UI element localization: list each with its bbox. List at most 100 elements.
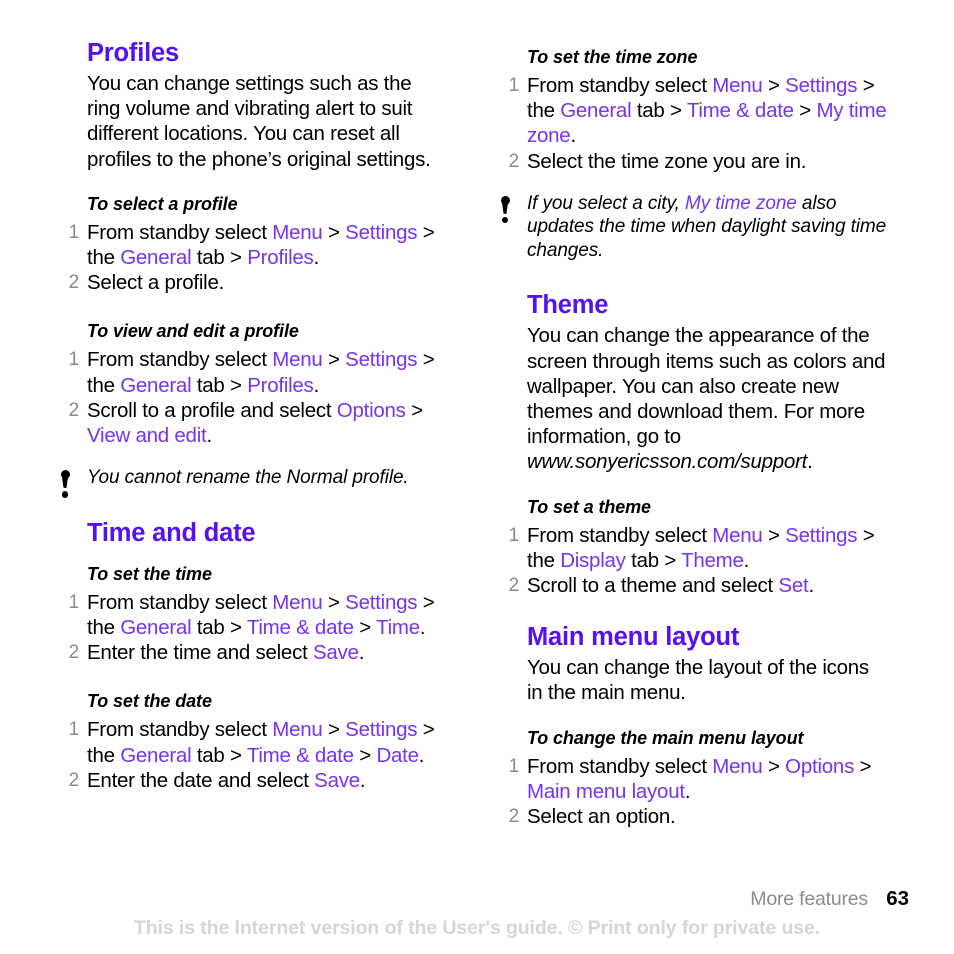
view-and-edit-link[interactable]: View and edit xyxy=(87,424,207,447)
step-number: 1 xyxy=(68,349,80,371)
support-url: www.sonyericsson.com/support xyxy=(527,450,808,474)
step-text: tab > xyxy=(191,615,247,639)
subheading-set-time-zone: To set the time zone xyxy=(527,47,698,67)
settings-link[interactable]: Settings xyxy=(345,348,417,371)
list-item: 1 From standby select Menu > Settings > t… xyxy=(69,717,447,767)
step-number: 1 xyxy=(508,755,520,777)
profiles-intro-text: You can change settings such as the ring… xyxy=(87,72,431,171)
list-item: 1 From standby select Menu > Settings > t… xyxy=(69,347,447,397)
steps-change-main-menu-layout: 1 From standby select Menu > Options > Ma… xyxy=(509,754,887,830)
general-tab-link[interactable]: General xyxy=(120,744,191,767)
subheading-view-edit-profile: To view and edit a profile xyxy=(87,321,299,342)
set-link[interactable]: Set xyxy=(778,574,808,597)
step-text: . xyxy=(808,573,814,597)
footer-chapter-name: More features xyxy=(750,888,868,910)
menu-link[interactable]: Menu xyxy=(272,221,323,244)
list-item: 2 Select an option. xyxy=(509,804,887,829)
list-item: 2 Scroll to a profile and select Options … xyxy=(69,398,447,448)
time-link[interactable]: Time xyxy=(376,616,420,639)
my-time-zone-link[interactable]: My time zone xyxy=(685,193,797,214)
list-item: 1 From standby select Menu > Settings > t… xyxy=(509,523,887,573)
separator: > xyxy=(322,718,346,742)
menu-link[interactable]: Menu xyxy=(712,74,763,97)
note-my-time-zone: If you select a city, My time zone also … xyxy=(487,192,887,263)
save-link[interactable]: Save xyxy=(314,769,360,792)
step-number: 1 xyxy=(508,524,520,546)
settings-link[interactable]: Settings xyxy=(345,718,417,741)
note-text-part: If you select a city, xyxy=(527,192,685,214)
subheading-set-theme: To set a theme xyxy=(527,496,651,517)
step-text: From standby select xyxy=(87,348,273,372)
menu-link[interactable]: Menu xyxy=(272,718,323,741)
general-tab-link[interactable]: General xyxy=(120,616,191,639)
step-number: 2 xyxy=(508,805,520,827)
save-link[interactable]: Save xyxy=(313,641,359,664)
theme-intro-part: . xyxy=(807,450,813,474)
left-column: Profiles You can change settings such as… xyxy=(47,0,447,793)
options-link[interactable]: Options xyxy=(337,399,406,422)
step-text: Select an option. xyxy=(527,804,676,828)
step-text: Select the time zone you are in. xyxy=(527,149,807,173)
display-tab-link[interactable]: Display xyxy=(560,549,626,572)
time-and-date-link[interactable]: Time & date xyxy=(687,99,794,122)
procedure-change-main-menu-layout: To change the main menu layout xyxy=(487,726,887,751)
footer-watermark: This is the Internet version of the User… xyxy=(133,917,821,939)
general-tab-link[interactable]: General xyxy=(560,99,631,122)
separator: > xyxy=(322,220,346,244)
steps-set-theme: 1 From standby select Menu > Settings > t… xyxy=(509,523,887,599)
step-number: 1 xyxy=(508,75,520,96)
step-number: 2 xyxy=(68,399,80,421)
general-tab-link[interactable]: General xyxy=(120,374,191,397)
step-number: 1 xyxy=(68,221,80,243)
list-item: 2 Scroll to a theme and select Set. xyxy=(509,573,887,598)
separator: > xyxy=(762,754,786,778)
procedure-set-date: To set the date xyxy=(47,689,447,714)
subheading-select-profile: To select a profile xyxy=(87,193,238,214)
profiles-link[interactable]: Profiles xyxy=(247,374,314,397)
page-number: 63 xyxy=(886,887,909,910)
page-title-time-and-date: Time and date xyxy=(87,518,256,547)
settings-link[interactable]: Settings xyxy=(345,221,417,244)
step-text: Scroll to a theme and select xyxy=(527,573,779,597)
note-normal-profile: You cannot rename the Normal profile. xyxy=(47,466,447,498)
list-item: 2 Enter the time and select Save. xyxy=(69,640,447,665)
options-link[interactable]: Options xyxy=(785,755,854,778)
step-number: 2 xyxy=(68,272,80,294)
menu-link[interactable]: Menu xyxy=(712,524,763,547)
step-text: From standby select xyxy=(527,754,713,778)
section-time-and-date: Time and date xyxy=(47,518,447,548)
subheading-set-time: To set the time xyxy=(87,563,212,584)
time-and-date-link[interactable]: Time & date xyxy=(247,616,354,639)
step-text: . xyxy=(570,124,576,148)
separator: > xyxy=(854,754,872,778)
settings-link[interactable]: Settings xyxy=(345,591,417,614)
theme-intro-part: You can change the appearance of the scr… xyxy=(527,324,886,449)
theme-intro-text: You can change the appearance of the scr… xyxy=(527,323,887,474)
step-text: tab > xyxy=(191,373,248,397)
menu-link[interactable]: Menu xyxy=(712,755,763,778)
general-tab-link[interactable]: General xyxy=(120,246,191,269)
time-and-date-link[interactable]: Time & date xyxy=(247,744,354,767)
menu-link[interactable]: Menu xyxy=(272,348,323,371)
step-text: . xyxy=(313,373,320,397)
step-number: 2 xyxy=(68,769,80,791)
note-text: If you select a city, My time zone also … xyxy=(527,192,887,263)
separator: > xyxy=(405,398,423,422)
right-column: To set the time zone 1 From standby selec… xyxy=(487,0,887,829)
subheading-set-date: To set the date xyxy=(87,691,212,712)
profiles-link[interactable]: Profiles xyxy=(247,246,314,269)
settings-link[interactable]: Settings xyxy=(785,524,857,547)
list-item: 1 From standby select Menu > Settings > t… xyxy=(69,590,447,640)
separator: > xyxy=(762,74,786,97)
menu-link[interactable]: Menu xyxy=(272,591,323,614)
main-menu-layout-link[interactable]: Main menu layout xyxy=(527,780,685,803)
separator: > xyxy=(793,99,817,123)
theme-link[interactable]: Theme xyxy=(681,549,744,572)
step-text: . xyxy=(359,768,366,792)
steps-set-time: 1 From standby select Menu > Settings > t… xyxy=(69,590,447,666)
date-link[interactable]: Date xyxy=(376,744,419,767)
section-profiles: Profiles You can change settings such as… xyxy=(47,38,447,172)
step-text: tab > xyxy=(191,246,248,270)
procedure-set-time: To set the time xyxy=(47,562,447,587)
settings-link[interactable]: Settings xyxy=(785,74,857,97)
